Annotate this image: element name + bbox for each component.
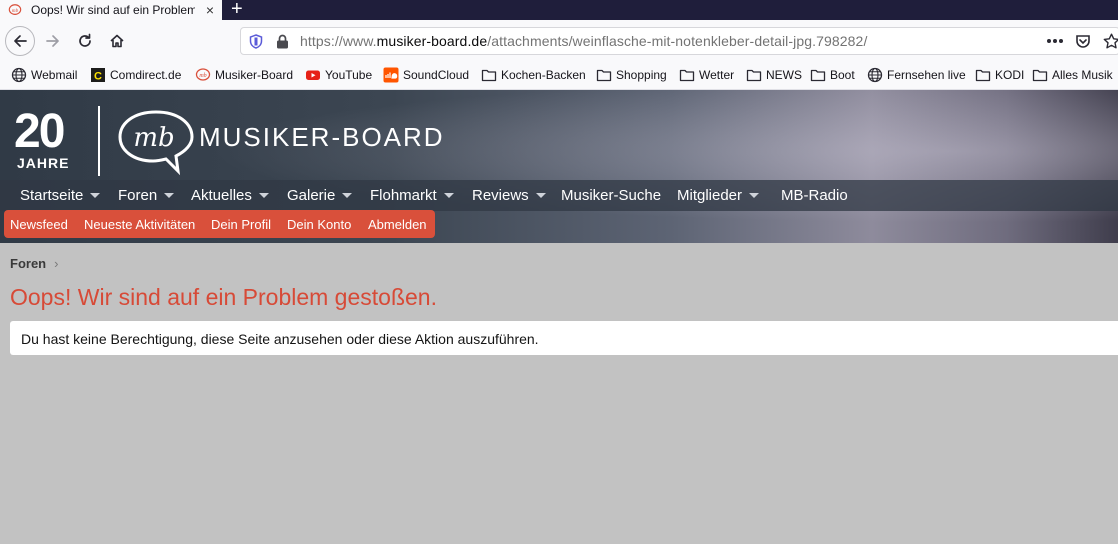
logo-divider (98, 106, 100, 176)
svg-text:C: C (94, 71, 102, 83)
folder-icon (1032, 69, 1048, 82)
navigation-toolbar: https://www.musiker-board.de/attachments… (0, 20, 1118, 62)
globe-icon (11, 67, 27, 83)
globe-icon (867, 67, 883, 83)
subnav-abmelden[interactable]: Abmelden (368, 217, 427, 232)
caret-down-icon[interactable] (749, 193, 760, 198)
tab-close-icon[interactable]: × (206, 2, 214, 18)
bookmark-fernsehen-live[interactable]: Fernsehen live (867, 67, 966, 83)
bookmark-webmail[interactable]: Webmail (11, 67, 77, 83)
caret-down-icon[interactable] (258, 193, 269, 198)
caret-down-icon[interactable] (535, 193, 546, 198)
caret-down-icon[interactable] (443, 193, 454, 198)
pocket-icon (1076, 35, 1090, 48)
bookmark-folder-kodi[interactable]: KODI (975, 67, 1024, 83)
nav-musiker-suche[interactable]: Musiker-Suche (561, 187, 661, 204)
caret-down-icon[interactable] (90, 193, 101, 198)
home-icon (110, 34, 124, 48)
bookmark-folder-wetter[interactable]: Wetter (679, 67, 734, 83)
youtube-icon (306, 70, 320, 80)
bookmark-star-button[interactable] (1096, 26, 1118, 56)
reload-button[interactable] (70, 26, 100, 56)
caret-down-icon[interactable] (342, 193, 353, 198)
bookmark-folder-kochen-backen[interactable]: Kochen-Backen (481, 67, 586, 83)
soundcloud-icon (383, 67, 399, 83)
mb-logo-icon: mb (118, 110, 194, 176)
bookmark-folder-boot[interactable]: Boot (810, 67, 855, 83)
bookmarks-toolbar: Webmail C Comdirect.de mb Musiker-Board … (0, 62, 1118, 90)
folder-icon (679, 69, 695, 82)
bookmark-soundcloud[interactable]: SoundCloud (383, 67, 469, 83)
tracking-protection-shield-icon[interactable] (249, 34, 263, 49)
nav-galerie[interactable]: Galerie (287, 187, 353, 204)
anniversary-number: 20 (14, 105, 65, 158)
back-button[interactable] (5, 26, 35, 56)
site-header: 20 JAHRE mb MUSIKER-BOARD Startseite For… (0, 90, 1118, 243)
folder-icon (596, 69, 612, 82)
musiker-board-icon: mb (195, 68, 211, 81)
bookmark-comdirect[interactable]: C Comdirect.de (90, 67, 181, 83)
nav-reviews[interactable]: Reviews (472, 187, 546, 204)
bookmark-folder-alles-musik[interactable]: Alles Musik (1032, 67, 1113, 83)
folder-icon (481, 69, 497, 82)
bookmark-musiker-board[interactable]: mb Musiker-Board (195, 67, 293, 83)
bookmark-folder-shopping[interactable]: Shopping (596, 67, 667, 83)
bookmark-folder-news[interactable]: NEWS (746, 67, 802, 83)
forward-button[interactable] (38, 26, 68, 56)
folder-icon (975, 69, 991, 82)
new-tab-icon[interactable]: + (231, 0, 243, 19)
bookmark-youtube[interactable]: YouTube (305, 67, 372, 83)
subnav-newsfeed[interactable]: Newsfeed (10, 217, 68, 232)
main-navigation: Startseite Foren Aktuelles Galerie Flohm… (0, 180, 1118, 211)
site-name: MUSIKER-BOARD (199, 122, 445, 152)
subnav-neueste-aktivitaeten[interactable]: Neueste Aktivitäten (84, 217, 195, 232)
error-notice: Du hast keine Berechtigung, diese Seite … (10, 321, 1118, 355)
subnav-dein-konto[interactable]: Dein Konto (287, 217, 351, 232)
musiker-board-favicon-icon: mb (8, 4, 22, 15)
url-text[interactable]: https://www.musiker-board.de/attachments… (300, 33, 867, 49)
nav-flohmarkt[interactable]: Flohmarkt (370, 187, 454, 204)
nav-foren[interactable]: Foren (118, 187, 175, 204)
caret-down-icon[interactable] (164, 193, 175, 198)
page-actions-button[interactable] (1040, 26, 1070, 56)
nav-startseite[interactable]: Startseite (20, 187, 101, 204)
tab-strip: mb Oops! Wir sind auf ein Problem gestoß… (0, 0, 1118, 20)
folder-icon (810, 69, 826, 82)
more-dots-icon (1047, 39, 1063, 43)
reload-icon (79, 33, 91, 47)
error-message: Du hast keine Berechtigung, diese Seite … (21, 331, 539, 347)
tab-title: Oops! Wir sind auf ein Problem gestoßen. (31, 3, 195, 17)
star-icon (1103, 33, 1118, 49)
sub-navigation: Newsfeed Neueste Aktivitäten Dein Profil… (4, 210, 435, 238)
nav-mitglieder[interactable]: Mitglieder (677, 187, 760, 204)
url-bar[interactable]: https://www.musiker-board.de/attachments… (240, 27, 1118, 55)
breadcrumb-foren[interactable]: Foren (10, 256, 46, 271)
anniversary-word: JAHRE (17, 155, 70, 171)
back-arrow-icon (14, 35, 27, 47)
home-button[interactable] (102, 26, 132, 56)
lock-icon[interactable] (276, 34, 289, 49)
folder-icon (746, 69, 762, 82)
subnav-dein-profil[interactable]: Dein Profil (211, 217, 271, 232)
svg-text:mb: mb (199, 73, 206, 79)
nav-aktuelles[interactable]: Aktuelles (191, 187, 269, 204)
pocket-button[interactable] (1068, 26, 1098, 56)
browser-tab[interactable]: mb Oops! Wir sind auf ein Problem gestoß… (0, 0, 222, 20)
nav-mb-radio[interactable]: MB-Radio (781, 187, 848, 204)
chevron-right-icon: › (54, 256, 59, 271)
svg-text:mb: mb (133, 123, 174, 153)
forward-arrow-icon (46, 35, 59, 47)
comdirect-icon: C (91, 68, 105, 83)
page-title: Oops! Wir sind auf ein Problem gestoßen. (10, 284, 437, 310)
breadcrumb: Foren › (10, 256, 58, 271)
svg-text:mb: mb (12, 8, 19, 14)
